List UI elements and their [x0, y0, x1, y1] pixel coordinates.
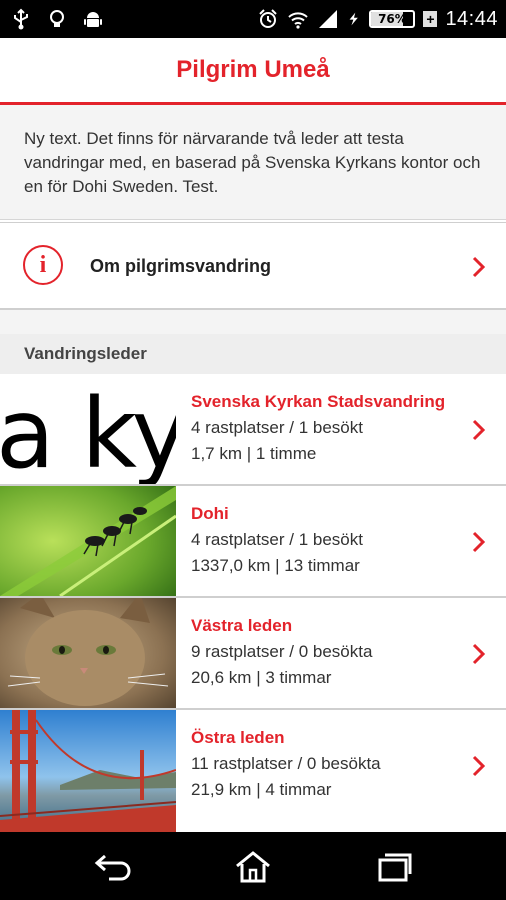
lightbulb-icon [50, 10, 64, 27]
navigation-bar [0, 832, 506, 900]
recent-apps-icon[interactable] [372, 850, 416, 884]
about-pilgrimage-label: Om pilgrimsvandring [90, 256, 272, 276]
trail-name: Svenska Kyrkan Stadsvandring [191, 392, 446, 411]
trail-stops: 4 rastplatser / 1 besökt [191, 418, 363, 437]
trail-stops: 9 rastplatser / 0 besökta [191, 642, 373, 661]
chevron-right-icon [472, 256, 486, 278]
chevron-right-icon [472, 643, 486, 665]
trail-name: Dohi [191, 504, 229, 523]
trail-stops: 4 rastplatser / 1 besökt [191, 530, 363, 549]
clock: 14:44 [445, 7, 498, 30]
trail-thumbnail [0, 598, 176, 708]
wifi-icon [288, 12, 309, 29]
usb-icon [14, 8, 28, 30]
trail-item-svenska-kyrkan[interactable]: a ky Svenska Kyrkan Stadsvandring 4 rast… [0, 374, 506, 486]
trail-item-ostra-leden[interactable]: Östra leden 11 rastplatser / 0 besökta 2… [0, 710, 506, 832]
trail-distance: 1,7 km | 1 timme [191, 444, 317, 463]
chevron-right-icon [472, 755, 486, 777]
trail-item-vastra-leden[interactable]: Västra leden 9 rastplatser / 0 besökta 2… [0, 598, 506, 710]
trail-distance: 1337,0 km | 13 timmar [191, 556, 360, 575]
page-title: Pilgrim Umeå [176, 56, 330, 83]
trail-name: Östra leden [191, 728, 285, 747]
intro-section: Ny text. Det finns för närvarande två le… [0, 105, 506, 220]
trail-stops: 11 rastplatser / 0 besökta [191, 754, 381, 773]
about-pilgrimage-row[interactable]: i Om pilgrimsvandring [0, 222, 506, 310]
app-header: Pilgrim Umeå [0, 38, 506, 105]
chevron-right-icon [472, 419, 486, 441]
trail-thumbnail: a ky [0, 374, 176, 484]
chevron-right-icon [472, 531, 486, 553]
home-icon[interactable] [231, 850, 275, 884]
signal-icon [319, 10, 338, 28]
trail-name: Västra leden [191, 616, 293, 635]
section-header: Vandringsleder [0, 334, 506, 374]
section-spacer [0, 310, 506, 334]
trail-distance: 20,6 km | 3 timmar [191, 668, 332, 687]
info-icon: i [23, 245, 63, 285]
android-icon [84, 12, 102, 27]
status-bar: 76% + 14:44 [0, 0, 506, 38]
charging-plus-icon: + [423, 11, 438, 27]
battery-indicator: 76% [369, 10, 416, 28]
trail-thumbnail [0, 710, 176, 832]
section-title: Vandringsleder [24, 344, 147, 363]
trail-item-dohi[interactable]: Dohi 4 rastplatser / 1 besökt 1337,0 km … [0, 486, 506, 598]
trail-distance: 21,9 km | 4 timmar [191, 780, 332, 799]
trail-thumbnail [0, 486, 176, 596]
alarm-icon [259, 9, 278, 28]
back-icon[interactable] [91, 850, 135, 884]
intro-text: Ny text. Det finns för närvarande två le… [24, 129, 481, 196]
charging-icon [349, 12, 359, 26]
